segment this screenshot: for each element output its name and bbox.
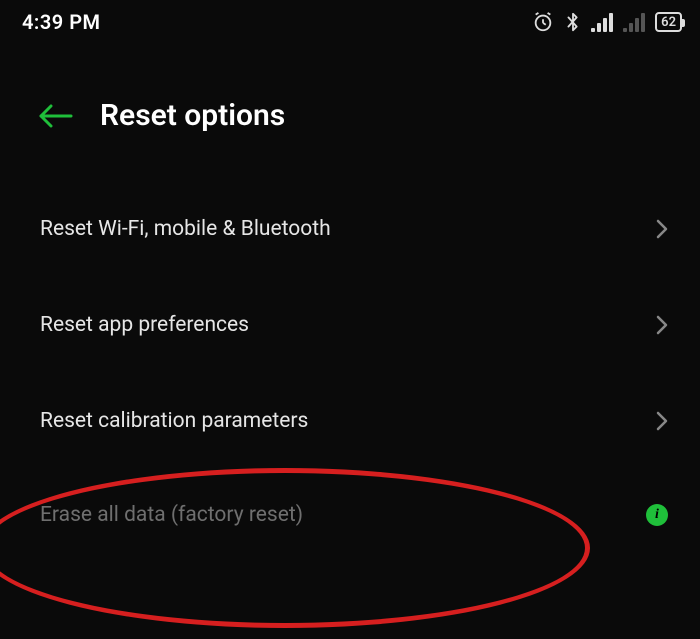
reset-app-prefs-label: Reset app preferences [40, 313, 249, 337]
chevron-right-icon [652, 407, 668, 435]
battery-icon: 62 [655, 12, 682, 32]
erase-all-data-row[interactable]: Erase all data (factory reset) i [0, 469, 700, 561]
reset-app-prefs-row[interactable]: Reset app preferences [0, 277, 700, 373]
erase-all-data-label: Erase all data (factory reset) [40, 503, 303, 527]
status-bar: 4:39 PM [0, 0, 700, 44]
battery-percent: 62 [661, 16, 676, 29]
status-icons: 62 [531, 11, 682, 33]
reset-wifi-row[interactable]: Reset Wi-Fi, mobile & Bluetooth [0, 181, 700, 277]
page-header: Reset options [0, 44, 700, 161]
bluetooth-icon [565, 11, 581, 33]
status-time: 4:39 PM [22, 10, 101, 34]
info-icon[interactable]: i [646, 504, 668, 526]
signal-strength-primary-icon [591, 12, 613, 32]
chevron-right-icon [652, 215, 668, 243]
reset-calibration-label: Reset calibration parameters [40, 409, 308, 433]
chevron-right-icon [652, 311, 668, 339]
arrow-left-icon [37, 103, 73, 129]
options-list: Reset Wi-Fi, mobile & Bluetooth Reset ap… [0, 161, 700, 561]
reset-calibration-row[interactable]: Reset calibration parameters [0, 373, 700, 469]
alarm-icon [531, 11, 555, 33]
signal-strength-secondary-icon [623, 12, 645, 32]
back-button[interactable] [36, 101, 74, 131]
screen: 4:39 PM [0, 0, 700, 639]
page-title: Reset options [100, 98, 285, 133]
reset-wifi-label: Reset Wi-Fi, mobile & Bluetooth [40, 217, 331, 241]
